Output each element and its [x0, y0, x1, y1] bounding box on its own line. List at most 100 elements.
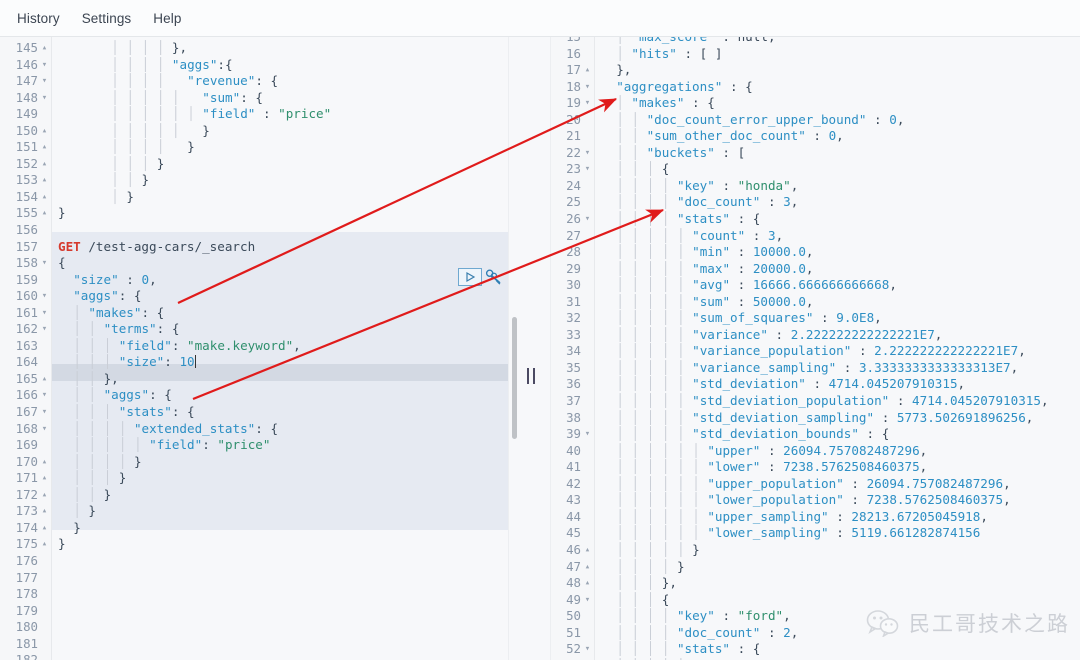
- code-line[interactable]: 152 ▴ │ │ │ }: [0, 156, 508, 173]
- code-line[interactable]: 180: [0, 619, 508, 636]
- fold-toggle-icon[interactable]: ▴: [39, 123, 50, 140]
- code-line[interactable]: 31 │ │ │ │ │ "sum" : 50000.0,: [551, 294, 1080, 311]
- code-line[interactable]: 28 │ │ │ │ │ "min" : 10000.0,: [551, 244, 1080, 261]
- fold-toggle-icon[interactable]: ▾: [39, 90, 50, 107]
- code-line[interactable]: 182: [0, 652, 508, 660]
- code-line[interactable]: 146 ▾ │ │ │ │ "aggs":{: [0, 57, 508, 74]
- fold-toggle-icon[interactable]: ▾: [582, 426, 593, 443]
- code-line[interactable]: 169 │ │ │ │ │ "field": "price": [0, 437, 508, 454]
- fold-toggle-icon[interactable]: ▴: [39, 139, 50, 156]
- code-line[interactable]: 34 │ │ │ │ │ "variance_population" : 2.2…: [551, 343, 1080, 360]
- response-viewer-pane[interactable]: 15 │ "max_score" : null,16 │ "hits" : [ …: [551, 37, 1080, 660]
- code-line[interactable]: 159 "size" : 0,: [0, 272, 508, 289]
- code-line[interactable]: 150 ▴ │ │ │ │ │ }: [0, 123, 508, 140]
- pane-divider[interactable]: [508, 37, 551, 660]
- fold-toggle-icon[interactable]: ▴: [39, 454, 50, 471]
- fold-toggle-icon[interactable]: ▾: [39, 387, 50, 404]
- request-actions[interactable]: [458, 268, 502, 286]
- code-line[interactable]: 166 ▾ │ │ "aggs": {: [0, 387, 508, 404]
- code-line[interactable]: 156: [0, 222, 508, 239]
- code-line[interactable]: 19 ▾ │ "makes" : {: [551, 95, 1080, 112]
- code-line[interactable]: 168 ▾ │ │ │ │ "extended_stats": {: [0, 421, 508, 438]
- fold-toggle-icon[interactable]: ▴: [39, 520, 50, 537]
- code-line[interactable]: 16 │ "hits" : [ ]: [551, 46, 1080, 63]
- code-line[interactable]: 179: [0, 603, 508, 620]
- code-line[interactable]: 29 │ │ │ │ │ "max" : 20000.0,: [551, 261, 1080, 278]
- code-line[interactable]: 15 │ "max_score" : null,: [551, 37, 1080, 46]
- fold-toggle-icon[interactable]: ▾: [39, 305, 50, 322]
- code-line[interactable]: 49 ▾ │ │ │ {: [551, 592, 1080, 609]
- fold-toggle-icon[interactable]: ▾: [582, 211, 593, 228]
- code-line[interactable]: 145 ▴ │ │ │ │ },: [0, 40, 508, 57]
- fold-toggle-icon[interactable]: ▾: [39, 321, 50, 338]
- code-line[interactable]: 151 ▴ │ │ │ │ }: [0, 139, 508, 156]
- code-line[interactable]: 147 ▾ │ │ │ │ "revenue": {: [0, 73, 508, 90]
- fold-toggle-icon[interactable]: ▾: [39, 255, 50, 272]
- code-line[interactable]: 45 │ │ │ │ │ │ "lower_sampling" : 5119.6…: [551, 525, 1080, 542]
- pane-resize-handle[interactable]: [527, 368, 535, 384]
- code-line[interactable]: 181: [0, 636, 508, 653]
- code-line[interactable]: 46 ▴ │ │ │ │ │ }: [551, 542, 1080, 559]
- run-request-button[interactable]: [458, 268, 482, 286]
- code-line[interactable]: 20 │ │ "doc_count_error_upper_bound" : 0…: [551, 112, 1080, 129]
- fold-toggle-icon[interactable]: ▴: [39, 536, 50, 553]
- code-line[interactable]: 171 ▴ │ │ │ }: [0, 470, 508, 487]
- code-line[interactable]: 41 │ │ │ │ │ │ "lower" : 7238.5762508460…: [551, 459, 1080, 476]
- code-line[interactable]: 158 ▾ {: [0, 255, 508, 272]
- code-line[interactable]: 30 │ │ │ │ │ "avg" : 16666.666666666668,: [551, 277, 1080, 294]
- code-line[interactable]: 35 │ │ │ │ │ "variance_sampling" : 3.333…: [551, 360, 1080, 377]
- fold-toggle-icon[interactable]: ▾: [582, 592, 593, 609]
- code-line[interactable]: 173 ▴ │ }: [0, 503, 508, 520]
- code-line[interactable]: 176: [0, 553, 508, 570]
- code-line[interactable]: 18 ▾ "aggregations" : {: [551, 79, 1080, 96]
- code-line[interactable]: 42 │ │ │ │ │ │ "upper_population" : 2609…: [551, 476, 1080, 493]
- code-line[interactable]: 162 ▾ │ │ "terms": {: [0, 321, 508, 338]
- fold-toggle-icon[interactable]: ▴: [39, 371, 50, 388]
- menu-item-help[interactable]: Help: [142, 8, 192, 29]
- code-line[interactable]: 157 GET /test-agg-cars/_search: [0, 239, 508, 256]
- code-line[interactable]: 25 │ │ │ │ "doc_count" : 3,: [551, 194, 1080, 211]
- fold-toggle-icon[interactable]: ▴: [582, 575, 593, 592]
- code-line[interactable]: 21 │ │ "sum_other_doc_count" : 0,: [551, 128, 1080, 145]
- code-line[interactable]: 38 │ │ │ │ │ "std_deviation_sampling" : …: [551, 410, 1080, 427]
- code-line[interactable]: 39 ▾ │ │ │ │ │ "std_deviation_bounds" : {: [551, 426, 1080, 443]
- code-line[interactable]: 27 │ │ │ │ │ "count" : 3,: [551, 228, 1080, 245]
- response-code-lines[interactable]: 15 │ "max_score" : null,16 │ "hits" : [ …: [551, 37, 1080, 660]
- fold-toggle-icon[interactable]: ▾: [39, 421, 50, 438]
- menu-item-settings[interactable]: Settings: [71, 8, 143, 29]
- fold-toggle-icon[interactable]: ▴: [39, 487, 50, 504]
- request-code-lines[interactable]: 145 ▴ │ │ │ │ }, 146 ▾ │ │ │ │ "aggs":{147 ▾…: [0, 40, 508, 660]
- code-line[interactable]: 47 ▴ │ │ │ │ }: [551, 559, 1080, 576]
- fold-toggle-icon[interactable]: ▾: [39, 57, 50, 74]
- fold-toggle-icon[interactable]: ▾: [39, 288, 50, 305]
- code-line[interactable]: 37 │ │ │ │ │ "std_deviation_population" …: [551, 393, 1080, 410]
- code-line[interactable]: 161 ▾ │ "makes": {: [0, 305, 508, 322]
- fold-toggle-icon[interactable]: ▾: [582, 95, 593, 112]
- code-line[interactable]: 170 ▴ │ │ │ │ }: [0, 454, 508, 471]
- code-line[interactable]: 23 ▾ │ │ │ {: [551, 161, 1080, 178]
- code-line[interactable]: 44 │ │ │ │ │ │ "upper_sampling" : 28213.…: [551, 509, 1080, 526]
- code-line[interactable]: 149 │ │ │ │ │ │ "field" : "price": [0, 106, 508, 123]
- code-line[interactable]: 175 ▴}: [0, 536, 508, 553]
- fold-toggle-icon[interactable]: ▴: [582, 542, 593, 559]
- code-line[interactable]: 164 │ │ │ "size": 10: [0, 354, 508, 371]
- code-line[interactable]: 163 │ │ │ "field": "make.keyword",: [0, 338, 508, 355]
- code-line[interactable]: 153 ▴ │ │ }: [0, 172, 508, 189]
- code-line[interactable]: 172 ▴ │ │ }: [0, 487, 508, 504]
- code-line[interactable]: 33 │ │ │ │ │ "variance" : 2.222222222222…: [551, 327, 1080, 344]
- code-line[interactable]: 52 ▾ │ │ │ │ "stats" : {: [551, 641, 1080, 658]
- wrench-icon[interactable]: [485, 269, 502, 286]
- fold-toggle-icon[interactable]: ▴: [39, 189, 50, 206]
- fold-toggle-icon[interactable]: ▴: [39, 503, 50, 520]
- code-line[interactable]: 155 ▴}: [0, 205, 508, 222]
- fold-toggle-icon[interactable]: ▾: [582, 641, 593, 658]
- code-line[interactable]: 43 │ │ │ │ │ │ "lower_population" : 7238…: [551, 492, 1080, 509]
- code-line[interactable]: 160 ▾ "aggs": {: [0, 288, 508, 305]
- fold-toggle-icon[interactable]: ▾: [39, 404, 50, 421]
- code-line[interactable]: 32 │ │ │ │ │ "sum_of_squares" : 9.0E8,: [551, 310, 1080, 327]
- fold-toggle-icon[interactable]: ▾: [582, 161, 593, 178]
- code-line[interactable]: 17 ▴ },: [551, 62, 1080, 79]
- fold-toggle-icon[interactable]: ▴: [582, 559, 593, 576]
- code-line[interactable]: 177: [0, 570, 508, 587]
- fold-toggle-icon[interactable]: ▴: [39, 40, 50, 57]
